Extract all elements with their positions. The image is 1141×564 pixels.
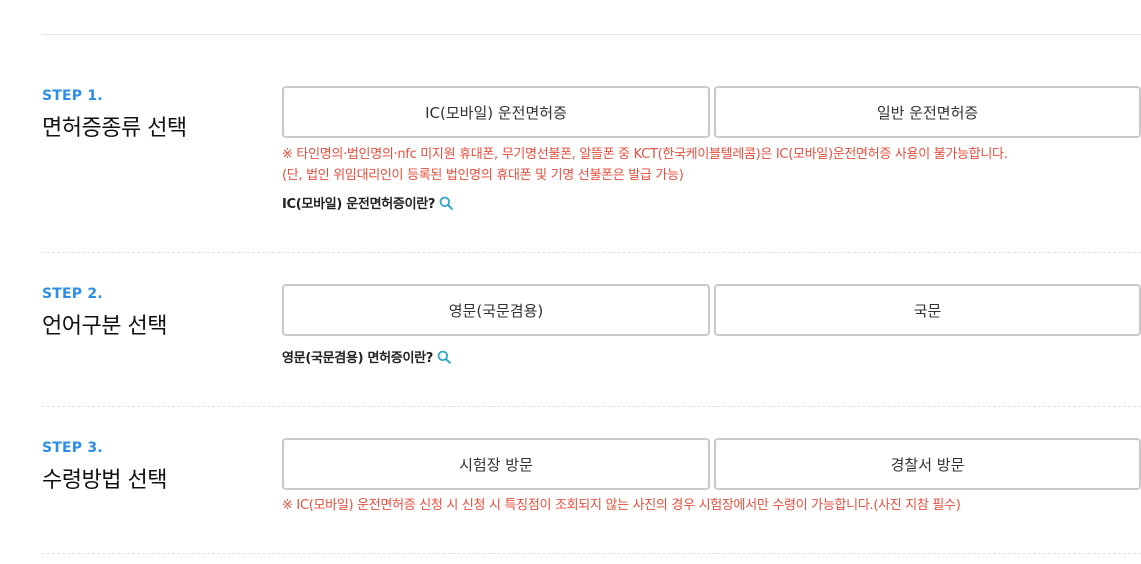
step-1-divider xyxy=(42,252,1141,253)
test-center-visit-button[interactable]: 시험장 방문 xyxy=(282,438,710,490)
regular-license-button[interactable]: 일반 운전면허증 xyxy=(714,86,1141,138)
search-icon xyxy=(439,196,453,210)
step-1-label: STEP 1. xyxy=(42,88,103,104)
english-license-info-link[interactable]: 영문(국문겸용) 면허증이란? xyxy=(282,347,451,366)
top-divider xyxy=(42,34,1141,35)
step-1-notice-line-2: (단, 법인 위임대리인이 등록된 법인명의 휴대폰 및 기명 선불폰은 발급 … xyxy=(282,168,684,183)
english-korean-button[interactable]: 영문(국문겸용) xyxy=(282,284,710,336)
step-2-divider xyxy=(42,406,1141,407)
step-3-divider xyxy=(42,553,1141,554)
step-3-title: 수령방법 선택 xyxy=(42,468,167,493)
step-2-label: STEP 2. xyxy=(42,286,103,302)
search-icon xyxy=(437,350,451,364)
ic-mobile-license-button[interactable]: IC(모바일) 운전면허증 xyxy=(282,86,710,138)
english-license-info-text: 영문(국문겸용) 면허증이란? xyxy=(282,351,434,366)
ic-license-info-link[interactable]: IC(모바일) 운전면허증이란? xyxy=(282,193,453,212)
step-1-title: 면허증종류 선택 xyxy=(42,116,187,141)
step-1-notice-line-1: ※ 타인명의·법인명의·nfc 미지원 휴대폰, 무기명선불폰, 알뜰폰 중 K… xyxy=(282,147,1008,162)
korean-only-button[interactable]: 국문 xyxy=(714,284,1141,336)
step-3-notice: ※ IC(모바일) 운전면허증 신청 시 신청 시 특징점이 조회되지 않는 사… xyxy=(282,498,961,513)
police-station-visit-button[interactable]: 경찰서 방문 xyxy=(714,438,1141,490)
step-2-title: 언어구분 선택 xyxy=(42,314,167,339)
ic-license-info-text: IC(모바일) 운전면허증이란? xyxy=(282,197,436,212)
step-3-label: STEP 3. xyxy=(42,440,103,456)
